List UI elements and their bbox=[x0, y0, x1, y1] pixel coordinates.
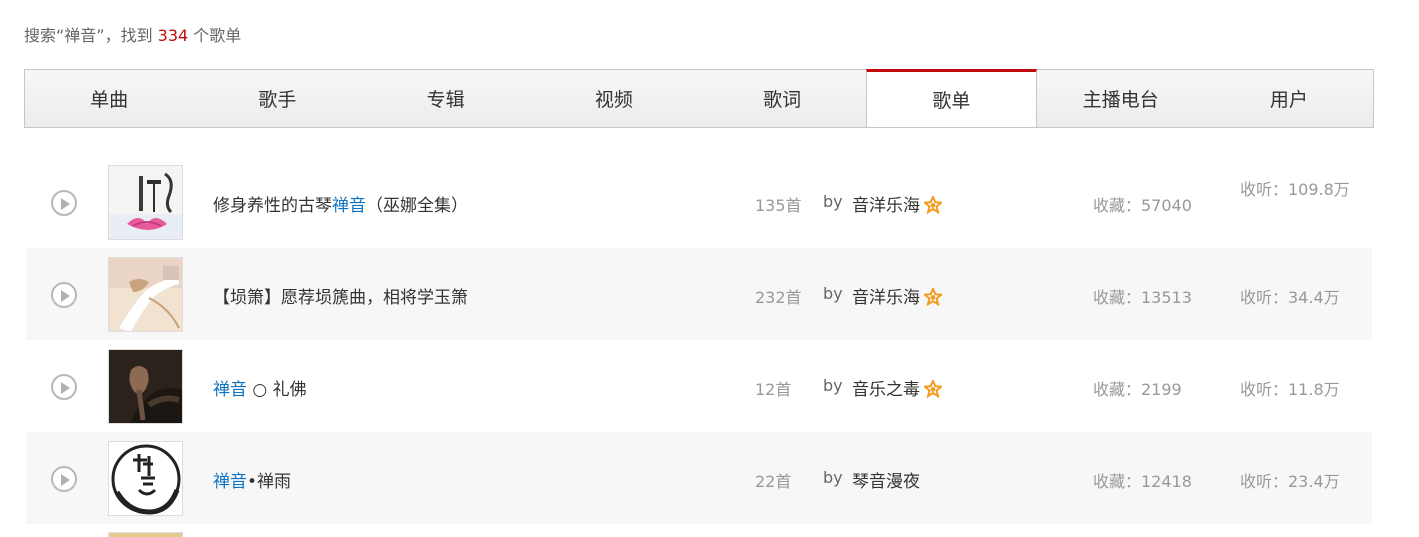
creator-name[interactable]: 琴音漫夜 bbox=[852, 472, 920, 492]
play-count: 收听：109.8万 bbox=[1240, 180, 1350, 199]
by-label: by bbox=[823, 468, 843, 487]
playlist-row: 禅音 ○ 礼佛 12首 by 音乐之毒 收藏：2199 收听：11.8万 bbox=[26, 340, 1372, 432]
creator-name[interactable]: 音洋乐海 bbox=[852, 196, 920, 216]
title-highlight: 禅音 bbox=[213, 380, 247, 400]
creator: 音洋乐海 bbox=[852, 191, 942, 216]
title-highlight: 禅音 bbox=[213, 472, 247, 492]
play-circle-icon[interactable] bbox=[51, 190, 77, 216]
track-count: 22首 bbox=[755, 472, 792, 491]
by-label: by bbox=[823, 192, 843, 211]
summary-suffix: 个歌单 bbox=[188, 26, 242, 45]
result-count: 334 bbox=[157, 26, 189, 45]
tab-albums[interactable]: 专辑 bbox=[362, 70, 530, 127]
playlist-row: 修身养性的古琴禅音（巫娜全集） 135首 by 音洋乐海 收藏：57040 收听… bbox=[26, 156, 1372, 248]
playlist-cover[interactable] bbox=[108, 257, 183, 332]
creator-name[interactable]: 音洋乐海 bbox=[852, 288, 920, 308]
title-text: •禅雨 bbox=[247, 472, 292, 492]
creator: 琴音漫夜 bbox=[852, 467, 920, 492]
playlist-results: 修身养性的古琴禅音（巫娜全集） 135首 by 音洋乐海 收藏：57040 收听… bbox=[26, 156, 1372, 524]
title-text: （巫娜全集） bbox=[366, 196, 468, 216]
track-count: 232首 bbox=[755, 288, 802, 307]
favorite-count: 收藏：13513 bbox=[1093, 288, 1192, 307]
favorite-count: 收藏：57040 bbox=[1093, 196, 1192, 215]
title-text: 修身养性的古琴 bbox=[213, 196, 332, 216]
favorite-count: 收藏：12418 bbox=[1093, 472, 1192, 491]
search-type-tabs: 单曲 歌手 专辑 视频 歌词 歌单 主播电台 用户 bbox=[24, 69, 1374, 128]
star-badge-icon bbox=[924, 288, 942, 306]
tab-artists[interactable]: 歌手 bbox=[193, 70, 361, 127]
tab-radio[interactable]: 主播电台 bbox=[1037, 70, 1205, 127]
play-circle-icon[interactable] bbox=[51, 466, 77, 492]
playlist-row: 【埙箫】愿荐埙篪曲，相将学玉箫 232首 by 音洋乐海 收藏：13513 收听… bbox=[26, 248, 1372, 340]
title-text: 【埙箫】愿荐埙篪曲，相将学玉箫 bbox=[213, 288, 468, 308]
creator-name[interactable]: 音乐之毒 bbox=[852, 380, 920, 400]
playlist-title[interactable]: 【埙箫】愿荐埙篪曲，相将学玉箫 bbox=[213, 283, 468, 308]
tab-users[interactable]: 用户 bbox=[1205, 70, 1373, 127]
playlist-cover[interactable] bbox=[108, 441, 183, 516]
playlist-row: 禅音•禅雨 22首 by 琴音漫夜 收藏：12418 收听：23.4万 bbox=[26, 432, 1372, 524]
search-summary: 搜索“禅音”，找到 334 个歌单 bbox=[24, 22, 241, 46]
tab-videos[interactable]: 视频 bbox=[530, 70, 698, 127]
playlist-title[interactable]: 禅音•禅雨 bbox=[213, 467, 291, 492]
by-label: by bbox=[823, 376, 843, 395]
favorite-count: 收藏：2199 bbox=[1093, 380, 1182, 399]
playlist-cover[interactable] bbox=[108, 349, 183, 424]
creator: 音乐之毒 bbox=[852, 375, 942, 400]
play-count: 收听：11.8万 bbox=[1240, 380, 1340, 399]
star-badge-icon bbox=[924, 196, 942, 214]
tab-lyrics[interactable]: 歌词 bbox=[698, 70, 866, 127]
title-highlight: 禅音 bbox=[332, 196, 366, 216]
summary-prefix: 搜索“禅音”，找到 bbox=[24, 26, 158, 45]
track-count: 135首 bbox=[755, 196, 802, 215]
star-badge-icon bbox=[924, 380, 942, 398]
playlist-cover-partial bbox=[108, 532, 183, 537]
playlist-cover[interactable] bbox=[108, 165, 183, 240]
creator: 音洋乐海 bbox=[852, 283, 942, 308]
by-label: by bbox=[823, 284, 843, 303]
play-circle-icon[interactable] bbox=[51, 374, 77, 400]
title-text: ○ 礼佛 bbox=[247, 380, 307, 400]
tab-songs[interactable]: 单曲 bbox=[25, 70, 193, 127]
playlist-title[interactable]: 禅音 ○ 礼佛 bbox=[213, 375, 307, 400]
play-count: 收听：23.4万 bbox=[1240, 472, 1340, 491]
play-circle-icon[interactable] bbox=[51, 282, 77, 308]
play-count: 收听：34.4万 bbox=[1240, 288, 1340, 307]
track-count: 12首 bbox=[755, 380, 792, 399]
tab-playlists[interactable]: 歌单 bbox=[866, 69, 1037, 127]
playlist-title[interactable]: 修身养性的古琴禅音（巫娜全集） bbox=[213, 191, 468, 216]
